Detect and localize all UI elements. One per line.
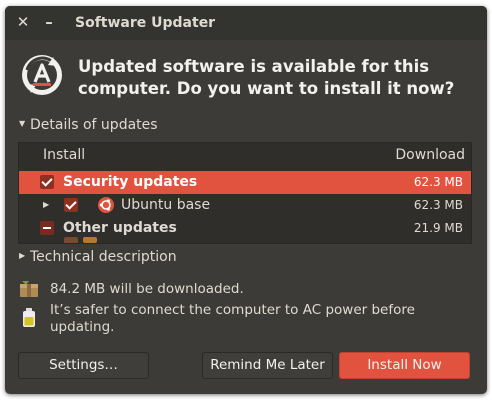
update-row-label: Ubuntu base bbox=[121, 197, 211, 213]
partial-row-checkbox[interactable] bbox=[64, 237, 78, 243]
update-row-size: 21.9 MB bbox=[413, 221, 463, 235]
update-row-label: Security updates bbox=[63, 174, 198, 190]
headline: Updated software is available for this c… bbox=[78, 57, 455, 98]
battery-icon bbox=[23, 308, 35, 327]
update-row-size: 62.3 MB bbox=[413, 198, 463, 212]
expander-right-icon: ▶ bbox=[19, 250, 26, 260]
window-title: Software Updater bbox=[75, 15, 216, 31]
minimize-icon: – bbox=[45, 13, 53, 31]
remind-me-later-button[interactable]: Remind Me Later bbox=[202, 352, 333, 379]
technical-expander[interactable]: ▶ Technical description bbox=[19, 249, 177, 265]
update-row-security[interactable]: Security updates 62.3 MB bbox=[19, 171, 471, 194]
update-row-size: 62.3 MB bbox=[413, 175, 463, 189]
download-size-text: 84.2 MB will be downloaded. bbox=[50, 281, 244, 297]
expander-down-icon: ▼ bbox=[19, 118, 26, 128]
update-row-ubuntu-base[interactable]: ▶ Ubuntu base 62.3 MB bbox=[19, 194, 471, 217]
update-row-label: Other updates bbox=[63, 220, 177, 236]
software-updater-icon bbox=[22, 55, 62, 95]
package-icon bbox=[83, 237, 97, 243]
close-button[interactable]: ✕ bbox=[15, 14, 31, 30]
security-updates-checkbox[interactable] bbox=[40, 175, 54, 189]
column-header-install[interactable]: Install bbox=[43, 147, 85, 163]
ubuntu-base-checkbox[interactable] bbox=[64, 198, 78, 212]
details-expander-label: Details of updates bbox=[30, 117, 158, 133]
expand-arrow-icon[interactable]: ▶ bbox=[43, 200, 49, 209]
install-now-button[interactable]: Install Now bbox=[339, 352, 470, 379]
title-bar: ✕ – Software Updater bbox=[5, 6, 487, 40]
package-download-icon bbox=[20, 281, 38, 297]
power-warning-text: It’s safer to connect the computer to AC… bbox=[50, 302, 415, 335]
column-header-download[interactable]: Download bbox=[395, 147, 465, 163]
technical-expander-label: Technical description bbox=[30, 249, 177, 265]
list-header: Install Download bbox=[19, 143, 471, 169]
ubuntu-logo-icon bbox=[98, 197, 114, 213]
software-updater-window: ✕ – Software Updater Updated software is… bbox=[5, 6, 487, 394]
updates-list[interactable]: Install Download Security updates 62.3 M… bbox=[18, 142, 472, 244]
settings-button[interactable]: Settings… bbox=[18, 352, 149, 379]
minimize-button[interactable]: – bbox=[41, 14, 57, 30]
other-updates-checkbox[interactable] bbox=[40, 221, 54, 235]
details-expander[interactable]: ▼ Details of updates bbox=[19, 117, 158, 133]
close-icon: ✕ bbox=[16, 13, 30, 31]
update-row-partial[interactable] bbox=[19, 237, 471, 243]
